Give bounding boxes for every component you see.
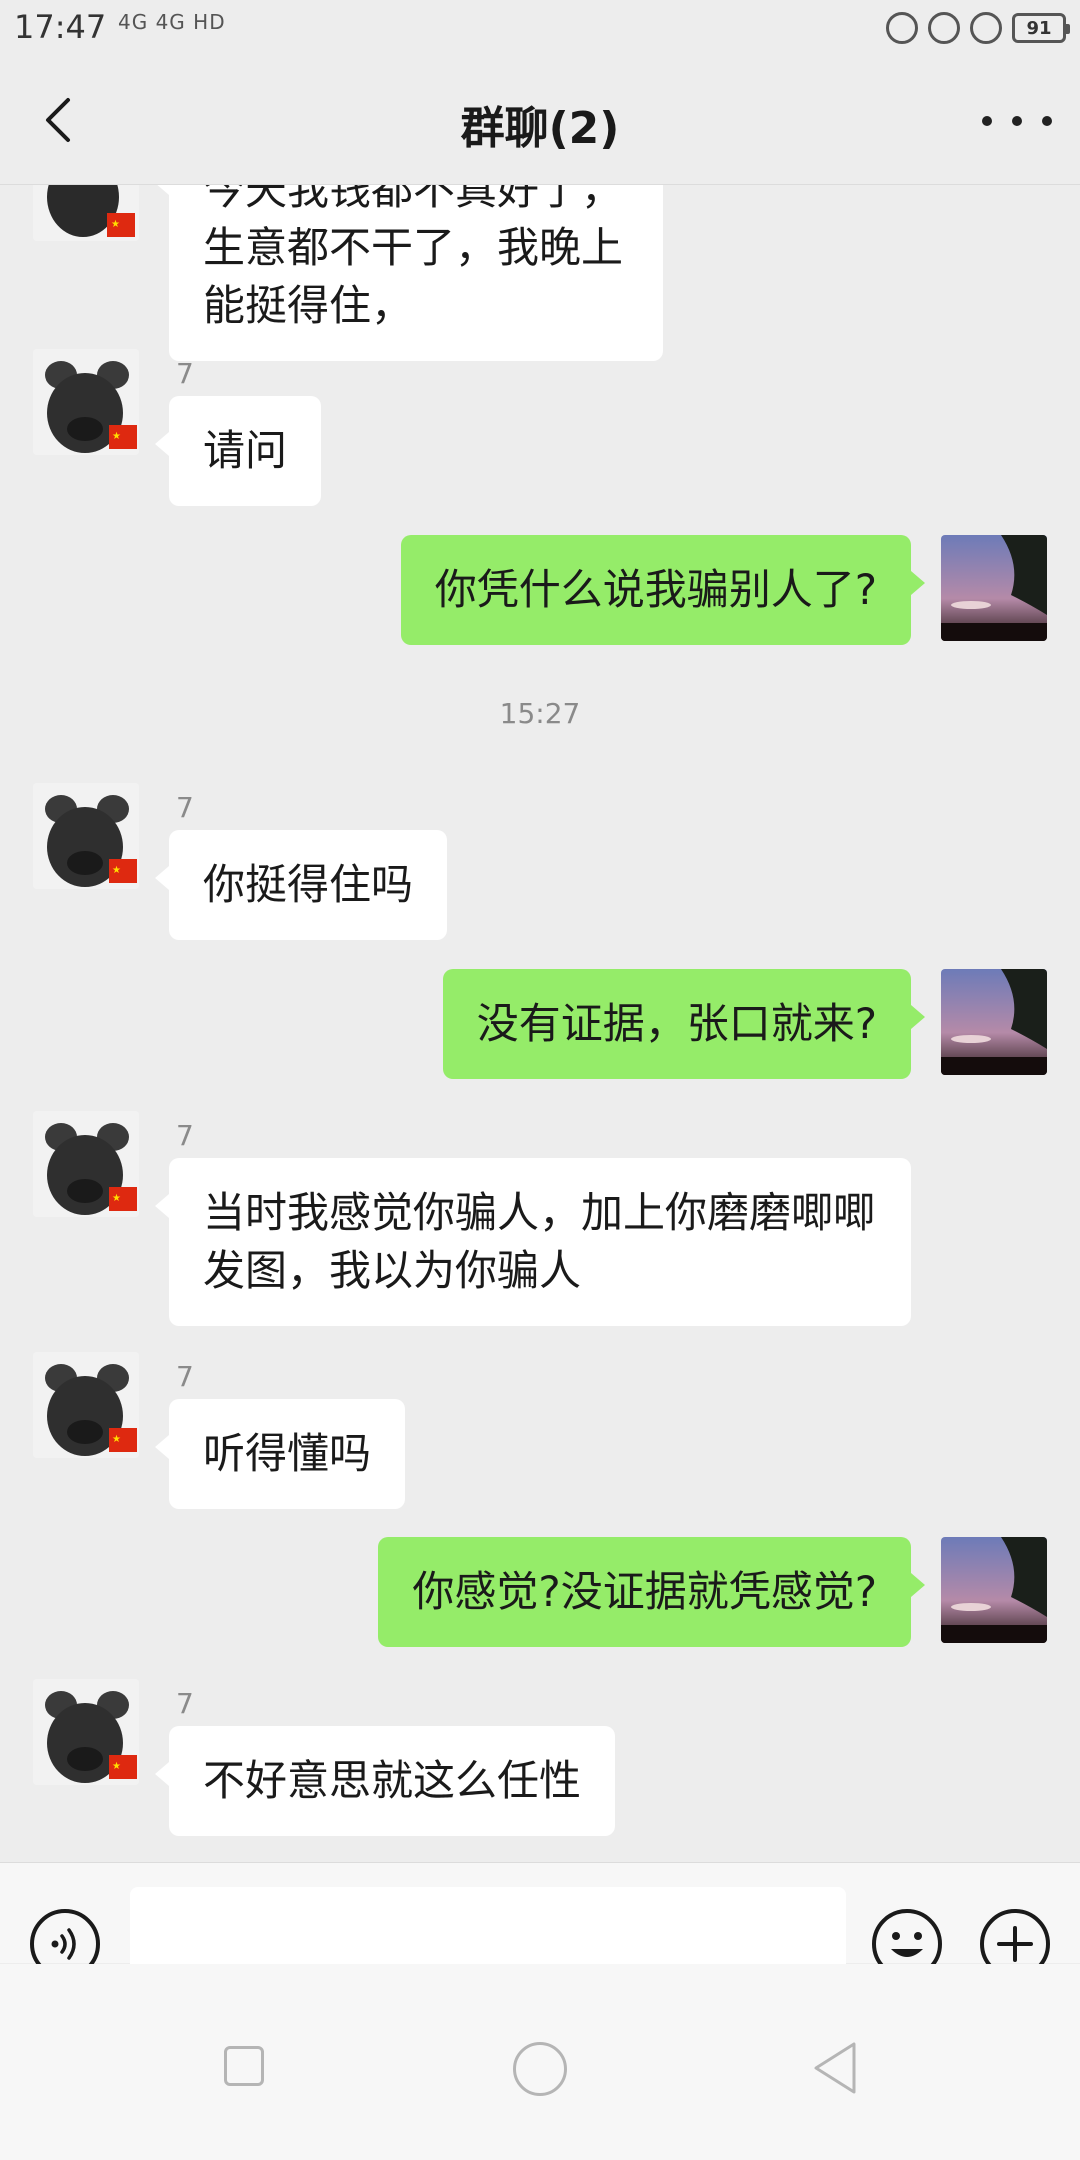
svg-text:★: ★ — [112, 1761, 121, 1772]
outgoing-message-bubble[interactable]: 没有证据，张口就来? — [442, 969, 926, 1079]
sender-name: 7 — [176, 1687, 194, 1720]
outgoing-message-bubble[interactable]: 你凭什么说我骗别人了? — [400, 535, 926, 645]
svg-text:★: ★ — [111, 219, 120, 230]
contact-avatar[interactable]: ★ — [33, 349, 139, 455]
more-dots-icon[interactable] — [982, 96, 1052, 146]
network-indicator: 4G 4G HD — [118, 10, 226, 34]
alarm-icon — [970, 12, 1002, 44]
outgoing-message-bubble[interactable]: 你感觉?没证据就凭感觉? — [378, 1537, 925, 1647]
svg-text:★: ★ — [112, 1193, 121, 1204]
my-avatar[interactable] — [941, 969, 1047, 1075]
contact-avatar[interactable]: ★ — [33, 1679, 139, 1785]
sender-name: 7 — [176, 357, 194, 390]
status-bar: 17:47 4G 4G HD 91 — [0, 0, 1080, 58]
contact-avatar[interactable]: ★ — [33, 783, 139, 889]
status-time: 17:47 — [14, 8, 107, 46]
chat-header: 群聊(2) — [0, 58, 1080, 185]
contact-avatar[interactable]: ★ — [33, 185, 139, 241]
system-navigation-bar — [0, 1964, 1080, 2160]
svg-text:★: ★ — [112, 865, 121, 876]
svg-text:★: ★ — [112, 431, 121, 442]
back-triangle-icon[interactable] — [810, 2040, 860, 2096]
status-icons: 91 — [886, 8, 1070, 48]
svg-text:★: ★ — [112, 1434, 121, 1445]
sender-name: 7 — [176, 1360, 194, 1393]
battery-icon: 91 — [1012, 13, 1070, 43]
mute-icon — [886, 12, 918, 44]
sender-name: 7 — [176, 791, 194, 824]
chat-title: 群聊(2) — [460, 103, 620, 154]
chat-timestamp: 15:27 — [499, 697, 581, 730]
incoming-message-bubble[interactable]: 你挺得住吗 — [154, 830, 448, 940]
incoming-message-bubble[interactable]: 今天我钱都不真好了，生意都不干了，我晚上能挺得住， — [155, 185, 663, 361]
incoming-message-bubble[interactable]: 不好意思就这么任性 — [154, 1726, 616, 1836]
battery-level: 91 — [1026, 17, 1052, 39]
input-bar — [0, 1862, 1080, 1995]
my-avatar[interactable] — [941, 1537, 1047, 1643]
incoming-message-bubble[interactable]: 当时我感觉你骗人，加上你磨磨唧唧发图，我以为你骗人 — [155, 1158, 911, 1326]
message-list[interactable]: ★ 今天我钱都不真好了，生意都不干了，我晚上能挺得住， ★ 7 请问 你凭什么说… — [0, 185, 1080, 1862]
recent-apps-icon[interactable] — [224, 2046, 264, 2086]
home-icon[interactable] — [513, 2042, 567, 2096]
lock-rotation-icon — [928, 12, 960, 44]
contact-avatar[interactable]: ★ — [33, 1352, 139, 1458]
incoming-message-bubble[interactable]: 听得懂吗 — [154, 1399, 406, 1509]
contact-avatar[interactable]: ★ — [33, 1111, 139, 1217]
sender-name: 7 — [176, 1119, 194, 1152]
my-avatar[interactable] — [941, 535, 1047, 641]
incoming-message-bubble[interactable]: 请问 — [154, 396, 322, 506]
